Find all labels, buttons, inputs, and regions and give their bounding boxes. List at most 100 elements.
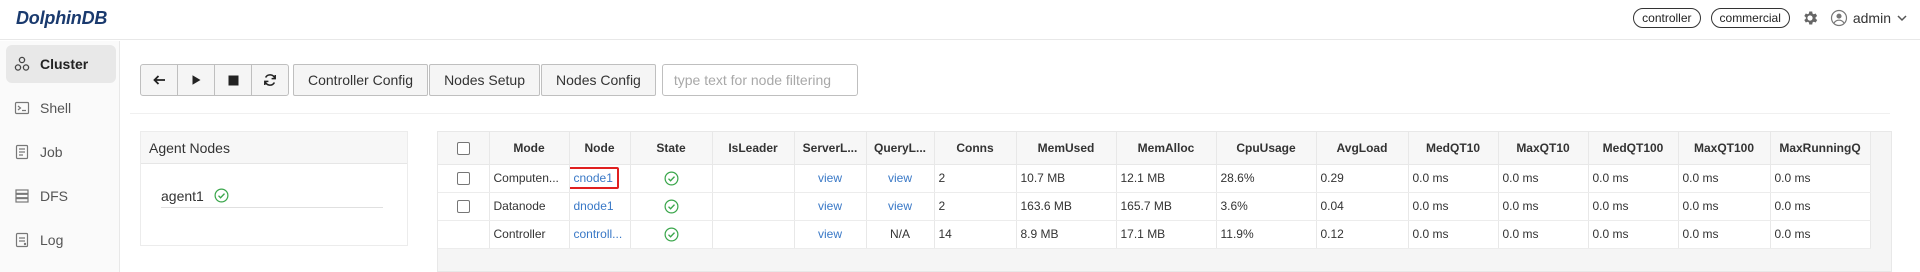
- column-header-maxrunning[interactable]: MaxRunningQ: [1770, 132, 1871, 165]
- column-header-isleader[interactable]: IsLeader: [712, 132, 795, 165]
- play-icon: [192, 75, 201, 85]
- column-header-state[interactable]: State: [630, 132, 713, 165]
- cell-avgload: 0.12: [1316, 220, 1409, 249]
- cell-server-log: view: [794, 220, 867, 249]
- cell-memalloc: 165.7 MB: [1116, 192, 1217, 221]
- highlight-box: cnode1: [569, 167, 619, 189]
- sidebar-item-cluster[interactable]: Cluster: [6, 45, 116, 83]
- query-log-view-link[interactable]: view: [888, 171, 912, 185]
- toolbar-divider: [130, 113, 1890, 114]
- nodes-setup-button[interactable]: Nodes Setup: [429, 64, 541, 96]
- row-checkbox[interactable]: [456, 172, 470, 186]
- cell-maxrunning: 0.0 ms: [1770, 164, 1871, 193]
- server-log-view-link[interactable]: view: [818, 171, 842, 185]
- cell-avgload: 0.04: [1316, 192, 1409, 221]
- column-header-memused[interactable]: MemUsed: [1016, 132, 1117, 165]
- sidebar-item-log[interactable]: Log: [6, 221, 116, 259]
- gear-icon[interactable]: [1800, 8, 1820, 28]
- back-button[interactable]: [140, 64, 178, 96]
- table-row[interactable]: Computen... cnode1 view view 2 10.7 MB 1…: [438, 164, 1871, 193]
- sidebar-item-label: Cluster: [40, 56, 89, 72]
- cell-memused: 163.6 MB: [1016, 192, 1117, 221]
- table-row[interactable]: Controller controll... view N/A 14 8.9 M…: [438, 220, 1871, 249]
- cell-cpuusage: 3.6%: [1216, 192, 1317, 221]
- nodes-config-button[interactable]: Nodes Config: [541, 64, 656, 96]
- cell-memused: 8.9 MB: [1016, 220, 1117, 249]
- agent-item[interactable]: agent1: [161, 184, 383, 208]
- app-logo[interactable]: DolphinDB: [16, 8, 107, 29]
- start-nodes-button[interactable]: [177, 64, 215, 96]
- column-header-maxqt100[interactable]: MaxQT100: [1678, 132, 1771, 165]
- cell-server-log: view: [794, 192, 867, 221]
- user-menu[interactable]: admin: [1830, 9, 1908, 27]
- node-link[interactable]: controll...: [574, 227, 623, 241]
- refresh-icon: [264, 74, 276, 86]
- check-circle-icon: [664, 227, 678, 242]
- row-select-cell[interactable]: [438, 192, 490, 221]
- cell-maxrunning: 0.0 ms: [1770, 220, 1871, 249]
- column-header-memalloc[interactable]: MemAlloc: [1116, 132, 1217, 165]
- cell-query-log: view: [866, 192, 935, 221]
- row-checkbox[interactable]: [456, 200, 470, 214]
- column-header-medqt100[interactable]: MedQT100: [1588, 132, 1679, 165]
- column-header-medqt10[interactable]: MedQT10: [1408, 132, 1499, 165]
- query-log-view-link[interactable]: view: [888, 199, 912, 213]
- cell-server-log: view: [794, 164, 867, 193]
- nodes-table-wrapper[interactable]: Mode Node State IsLeader ServerL... Quer…: [437, 131, 1892, 272]
- stop-nodes-button[interactable]: [214, 64, 252, 96]
- column-header-avgload[interactable]: AvgLoad: [1316, 132, 1409, 165]
- cell-mode: Computen...: [489, 164, 570, 193]
- sidebar-item-label: Shell: [40, 100, 72, 116]
- cell-mode: Datanode: [489, 192, 570, 221]
- cell-maxqt100: 0.0 ms: [1678, 164, 1771, 193]
- column-header-conns[interactable]: Conns: [934, 132, 1017, 165]
- table-header-row: Mode Node State IsLeader ServerL... Quer…: [438, 132, 1871, 165]
- node-link[interactable]: cnode1: [574, 171, 613, 185]
- server-log-view-link[interactable]: view: [818, 227, 842, 241]
- sidebar-item-label: DFS: [40, 188, 68, 204]
- cell-state: [630, 192, 713, 221]
- cell-maxqt100: 0.0 ms: [1678, 192, 1771, 221]
- column-header-maxqt10[interactable]: MaxQT10: [1498, 132, 1589, 165]
- arrow-left-icon: [153, 75, 165, 85]
- node-link[interactable]: dnode1: [574, 199, 614, 213]
- node-filter-input[interactable]: [661, 64, 858, 96]
- check-circle-icon: [664, 199, 678, 214]
- cell-maxrunning: 0.0 ms: [1770, 192, 1871, 221]
- cell-node: controll...: [569, 220, 631, 249]
- cluster-toolbar: Controller Config Nodes Setup Nodes Conf…: [140, 64, 858, 96]
- cell-medqt100: 0.0 ms: [1588, 220, 1679, 249]
- cell-conns: 2: [934, 164, 1017, 193]
- cell-isleader: [712, 220, 795, 249]
- server-log-view-link[interactable]: view: [818, 199, 842, 213]
- sidebar-item-shell[interactable]: Shell: [6, 89, 116, 127]
- check-circle-icon: [214, 188, 229, 203]
- dfs-icon: [15, 189, 29, 203]
- cell-query-log: view: [866, 164, 935, 193]
- select-all-checkbox[interactable]: [456, 141, 470, 155]
- row-select-cell[interactable]: [438, 164, 490, 193]
- cell-avgload: 0.29: [1316, 164, 1409, 193]
- cell-state: [630, 220, 713, 249]
- refresh-button[interactable]: [251, 64, 289, 96]
- cell-memalloc: 12.1 MB: [1116, 164, 1217, 193]
- cell-conns: 14: [934, 220, 1017, 249]
- sidebar-item-job[interactable]: Job: [6, 133, 116, 171]
- edition-badge: commercial: [1710, 8, 1790, 28]
- sidebar-item-dfs[interactable]: DFS: [6, 177, 116, 215]
- select-all-cell[interactable]: [438, 132, 490, 165]
- sidebar-item-label: Log: [40, 232, 64, 248]
- column-header-query-log[interactable]: QueryL...: [866, 132, 935, 165]
- table-row[interactable]: Datanode dnode1 view view 2 163.6 MB 165…: [438, 192, 1871, 221]
- column-header-mode[interactable]: Mode: [489, 132, 570, 165]
- column-header-server-log[interactable]: ServerL...: [794, 132, 867, 165]
- cell-medqt100: 0.0 ms: [1588, 192, 1679, 221]
- top-header: DolphinDB controller commercial admin: [0, 0, 1920, 40]
- cell-cpuusage: 11.9%: [1216, 220, 1317, 249]
- cell-isleader: [712, 192, 795, 221]
- cell-maxqt100: 0.0 ms: [1678, 220, 1771, 249]
- column-header-node[interactable]: Node: [569, 132, 631, 165]
- column-header-cpuusage[interactable]: CpuUsage: [1216, 132, 1317, 165]
- controller-config-button[interactable]: Controller Config: [293, 64, 429, 96]
- cell-memalloc: 17.1 MB: [1116, 220, 1217, 249]
